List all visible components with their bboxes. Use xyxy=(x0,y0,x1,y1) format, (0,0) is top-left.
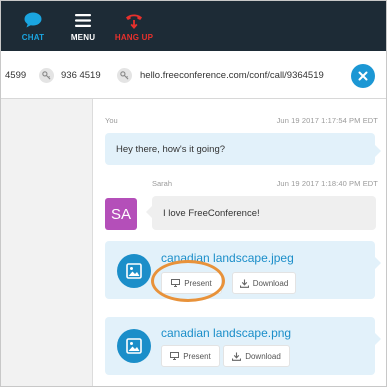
link-item[interactable]: hello.freeconference.com/conf/call/93645… xyxy=(117,51,324,99)
message-sender: You xyxy=(105,116,118,125)
image-file-icon xyxy=(117,254,151,288)
present-button[interactable]: Present xyxy=(161,272,222,294)
link-icon xyxy=(117,67,132,83)
download-button[interactable]: Download xyxy=(232,272,296,294)
avatar: SA xyxy=(105,198,137,230)
chat-panel: You Jun 19 2017 1:17:54 PM EDT Hey there… xyxy=(93,99,386,386)
file-name-link[interactable]: canadian landscape.png xyxy=(161,326,291,340)
download-label: Download xyxy=(252,278,289,288)
image-file-icon xyxy=(117,329,151,363)
message-bubble: Hey there, how's it going? xyxy=(105,133,381,165)
access-code-text: 4599 xyxy=(5,69,27,81)
pin-text: 936 4519 xyxy=(61,69,101,81)
left-panel xyxy=(1,99,93,386)
message-sender: Sarah xyxy=(152,179,173,188)
present-button[interactable]: Present xyxy=(161,345,220,367)
message-bubble: I love FreeConference! xyxy=(146,196,376,230)
app-window: CHAT MENU HANG UP 4599 936 4519 hello.fr… xyxy=(0,0,387,387)
download-icon xyxy=(232,352,242,361)
monitor-icon xyxy=(170,352,180,360)
top-toolbar: CHAT MENU HANG UP xyxy=(1,1,386,51)
download-label: Download xyxy=(245,351,281,361)
file-card: canadian landscape.png Present Download xyxy=(105,317,381,375)
present-label: Present xyxy=(183,351,211,361)
close-button[interactable] xyxy=(351,64,375,88)
access-code-partial: 4599 xyxy=(5,51,26,99)
menu-label: MENU xyxy=(70,33,96,42)
message-timestamp: Jun 19 2017 1:18:40 PM EDT xyxy=(276,179,378,188)
menu-button[interactable]: MENU xyxy=(65,1,101,51)
monitor-icon xyxy=(171,279,181,287)
file-card: canadian landscape.jpeg Present Download xyxy=(105,241,381,299)
call-info-bar: 4599 936 4519 hello.freeconference.com/c… xyxy=(1,51,386,99)
key-icon xyxy=(39,67,54,83)
pin-item: 936 4519 xyxy=(39,51,101,99)
chat-bubble-icon xyxy=(24,11,42,29)
hang-up-button[interactable]: HANG UP xyxy=(109,1,159,51)
message-text: Hey there, how's it going? xyxy=(116,143,226,155)
close-icon xyxy=(358,71,368,81)
file-name-link[interactable]: canadian landscape.jpeg xyxy=(161,251,294,265)
chat-label: CHAT xyxy=(21,33,45,42)
conference-link-text: hello.freeconference.com/conf/call/93645… xyxy=(140,69,324,81)
hamburger-icon xyxy=(75,11,91,29)
message-text: I love FreeConference! xyxy=(163,207,260,219)
message-timestamp: Jun 19 2017 1:17:54 PM EDT xyxy=(276,116,378,125)
download-button[interactable]: Download xyxy=(223,345,290,367)
hang-up-label: HANG UP xyxy=(114,33,154,42)
chat-button[interactable]: CHAT xyxy=(15,1,51,51)
phone-hangup-icon xyxy=(125,11,143,29)
download-icon xyxy=(239,279,249,288)
present-label: Present xyxy=(184,278,212,288)
